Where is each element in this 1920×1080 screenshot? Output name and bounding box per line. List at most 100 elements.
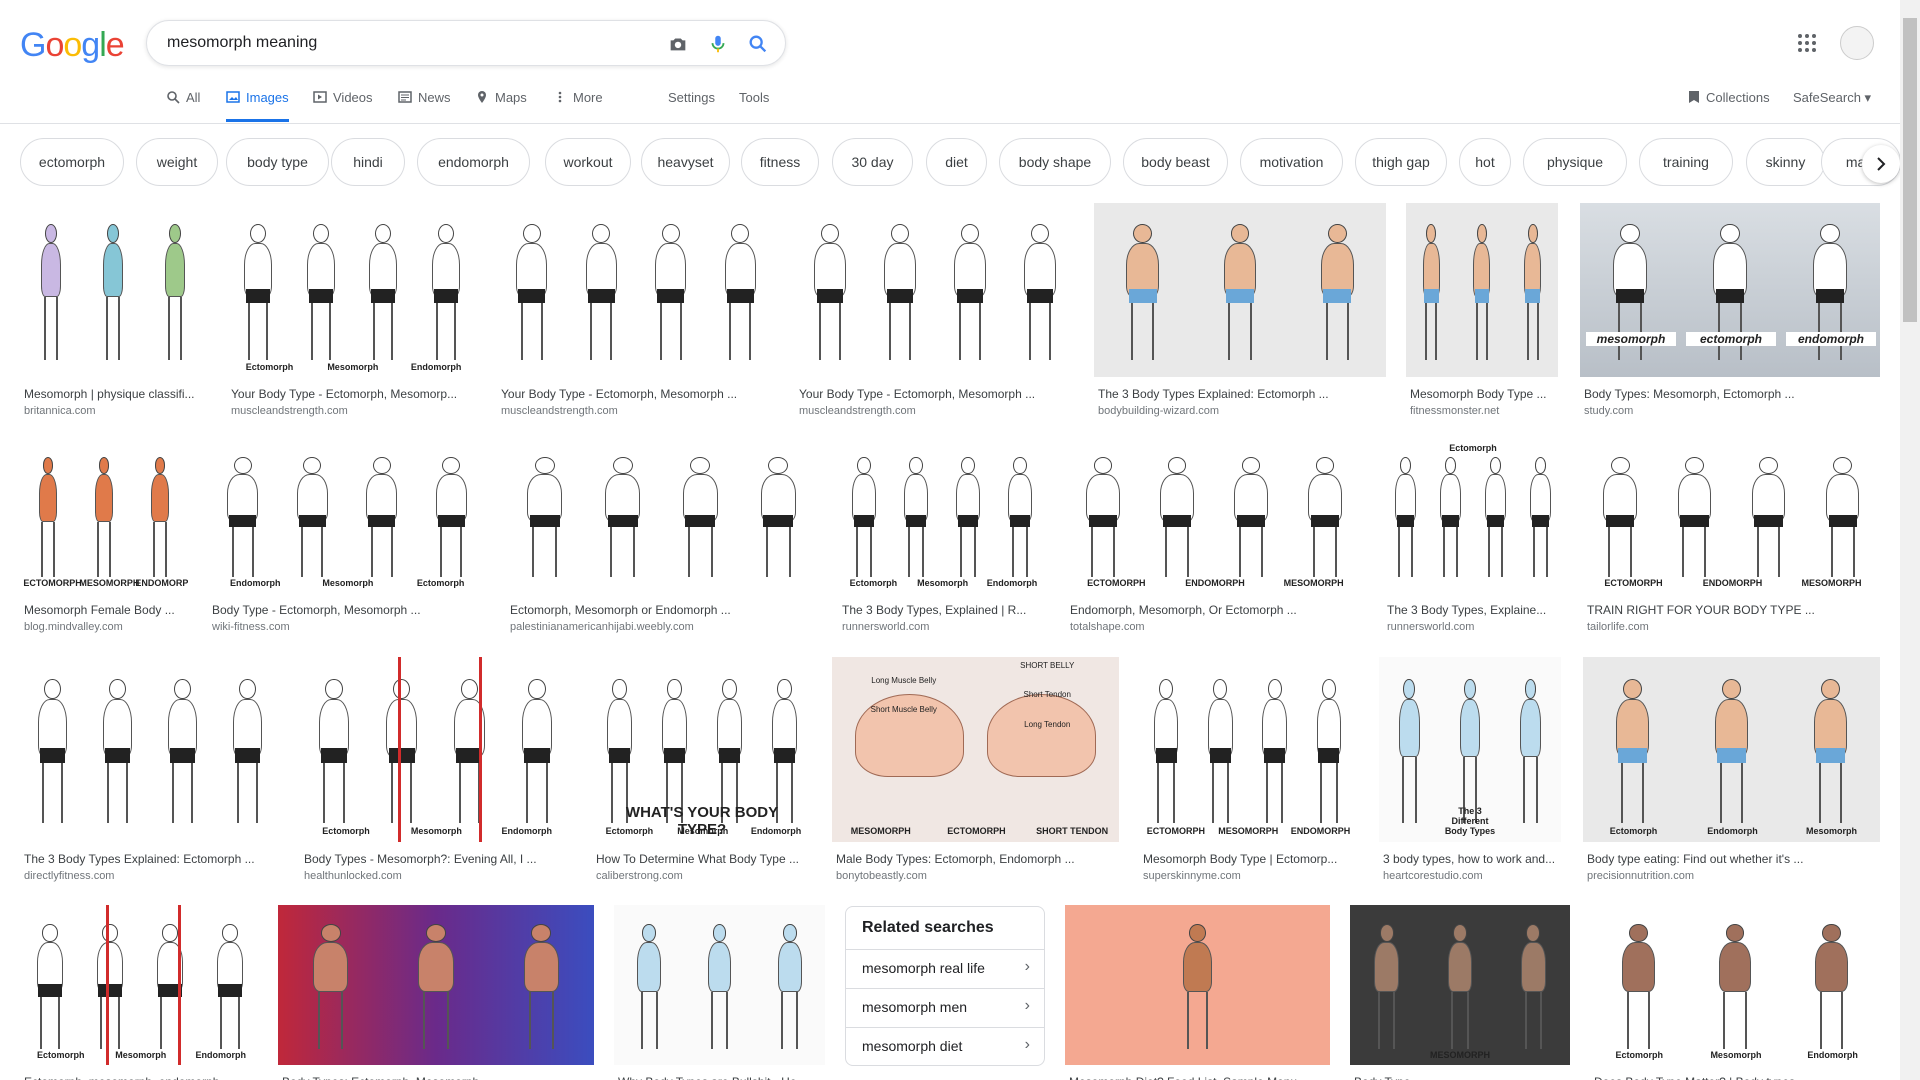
result-thumbnail[interactable]: ECTOMORPHMESOMORPHENDOMORPH bbox=[20, 438, 188, 593]
result-thumbnail[interactable]: Ectomorph bbox=[1383, 438, 1563, 593]
chip[interactable]: fitness bbox=[741, 138, 819, 186]
image-result[interactable]: mesomorph ectomorph endomorph Body Types: M… bbox=[1580, 203, 1880, 427]
result-title[interactable]: The 3 Body Types, Explaine... bbox=[1387, 603, 1563, 617]
image-result[interactable]: Your Body Type - Ectomorph, Mesomorph ..… bbox=[795, 203, 1075, 427]
chip[interactable]: weight bbox=[136, 138, 218, 186]
chip[interactable]: motivation bbox=[1240, 138, 1343, 186]
result-title[interactable]: Endomorph, Mesomorph, Or Ectomorph ... bbox=[1070, 603, 1362, 617]
result-title[interactable]: Your Body Type - Ectomorph, Mesomorph ..… bbox=[501, 387, 775, 401]
result-title[interactable]: The 3 Body Types, Explained | R... bbox=[842, 603, 1046, 617]
result-title[interactable]: Ectomorph, mesomorph, endomorph ... bbox=[24, 1075, 260, 1080]
tab-more[interactable]: More bbox=[553, 90, 603, 122]
result-title[interactable]: Mesomorph Diet? Food List, Sample Menu .… bbox=[1069, 1075, 1330, 1080]
result-title[interactable]: Body type eating: Find out whether it's … bbox=[1587, 852, 1880, 866]
image-result[interactable]: Body Types: Ectomorph, Mesomorph ... bbox=[278, 905, 594, 1080]
result-thumbnail[interactable]: Ectomorph Endomorph Mesomorph bbox=[1583, 657, 1880, 842]
image-result[interactable]: Mesomorph Diet? Food List, Sample Menu .… bbox=[1065, 905, 1330, 1080]
apps-grid-icon[interactable] bbox=[1797, 33, 1817, 53]
image-result[interactable]: Mesomorph Body Type ... fitnessmonster.ne… bbox=[1406, 203, 1558, 427]
result-title[interactable]: Body Type ... bbox=[1354, 1075, 1570, 1080]
image-result[interactable]: Ectomorph Mesomorph Endomorph Body Types - … bbox=[300, 657, 571, 892]
image-result[interactable]: The 3 Different Body Types 3 body types, … bbox=[1379, 657, 1561, 892]
result-title[interactable]: Body Types - Mesomorph?: Evening All, I … bbox=[304, 852, 571, 866]
result-thumbnail[interactable]: mesomorph ectomorph endomorph bbox=[1580, 203, 1880, 377]
camera-icon[interactable] bbox=[667, 33, 689, 55]
tab-settings[interactable]: Settings bbox=[668, 90, 715, 122]
chip[interactable]: ectomorph bbox=[20, 138, 124, 186]
chip[interactable]: diet bbox=[926, 138, 987, 186]
result-thumbnail[interactable] bbox=[795, 203, 1075, 377]
result-title[interactable]: TRAIN RIGHT FOR YOUR BODY TYPE ... bbox=[1587, 603, 1880, 617]
result-thumbnail[interactable] bbox=[278, 905, 594, 1065]
result-thumbnail[interactable] bbox=[506, 438, 817, 593]
google-logo[interactable]: Google bbox=[20, 26, 125, 65]
tab-images[interactable]: Images bbox=[226, 90, 289, 122]
chip[interactable]: workout bbox=[545, 138, 631, 186]
result-thumbnail[interactable]: Ectomorph Mesomorph Endomorph bbox=[1590, 905, 1880, 1065]
chip[interactable]: physique bbox=[1523, 138, 1627, 186]
result-thumbnail[interactable]: MESOMORPH ECTOMORPH SHORT TENDON SHORT BELL… bbox=[832, 657, 1119, 842]
image-result[interactable]: ECTOMORPH ENDOMORPH MESOMORPH Endomorph, Me… bbox=[1066, 438, 1362, 643]
result-thumbnail[interactable]: Endomorph Mesomorph Ectomorph bbox=[208, 438, 486, 593]
image-result[interactable]: Your Body Type - Ectomorph, Mesomorph ..… bbox=[497, 203, 775, 427]
result-title[interactable]: Your Body Type - Ectomorph, Mesomorp... bbox=[231, 387, 477, 401]
tab-maps[interactable]: Maps bbox=[475, 90, 527, 122]
chip[interactable]: hindi bbox=[331, 138, 405, 186]
scrollbar-thumb[interactable] bbox=[1903, 18, 1917, 322]
tab-news[interactable]: News bbox=[398, 90, 451, 122]
result-title[interactable]: Your Body Type - Ectomorph, Mesomorph ..… bbox=[799, 387, 1075, 401]
result-thumbnail[interactable]: The 3 Different Body Types bbox=[1379, 657, 1561, 842]
result-title[interactable]: Why Body Types are Bullshit - He... bbox=[618, 1075, 825, 1080]
image-result[interactable]: Ectomorph The 3 Body Types, Explaine... ru… bbox=[1383, 438, 1563, 643]
chip[interactable]: body shape bbox=[999, 138, 1111, 186]
image-result[interactable]: ECTOMORPH MESOMORPH ENDOMORPH Mesomorph Bod… bbox=[1139, 657, 1356, 892]
tab-videos[interactable]: Videos bbox=[313, 90, 373, 122]
result-thumbnail[interactable] bbox=[20, 657, 280, 842]
result-title[interactable]: Mesomorph Body Type ... bbox=[1410, 387, 1558, 401]
result-thumbnail[interactable]: ECTOMORPH ENDOMORPH MESOMORPH bbox=[1583, 438, 1880, 593]
related-search-item[interactable]: mesomorph real life › bbox=[846, 949, 1044, 987]
image-result[interactable]: Ectomorph Mesomorph Endomorph The 3 Body Ty… bbox=[838, 438, 1046, 643]
result-title[interactable]: The 3 Body Types Explained: Ectomorph ..… bbox=[24, 852, 280, 866]
image-result[interactable]: Mesomorph | physique classifi... britanni… bbox=[20, 203, 206, 427]
image-result[interactable]: ECTOMORPHMESOMORPHENDOMORPH Mesomorph Fem… bbox=[20, 438, 188, 643]
result-thumbnail[interactable]: Ectomorph Mesomorph Endomorph bbox=[838, 438, 1046, 593]
image-result[interactable]: MESOMORPH Body Type ... bbox=[1350, 905, 1570, 1080]
result-title[interactable]: Ectomorph, Mesomorph or Endomorph ... bbox=[510, 603, 817, 617]
image-result[interactable]: MESOMORPH ECTOMORPH SHORT TENDON SHORT BELL… bbox=[832, 657, 1119, 892]
result-title[interactable]: Mesomorph | physique classifi... bbox=[24, 387, 206, 401]
chip[interactable]: endomorph bbox=[417, 138, 530, 186]
result-title[interactable]: Male Body Types: Ectomorph, Endomorph ..… bbox=[836, 852, 1119, 866]
scrollbar[interactable] bbox=[1900, 0, 1920, 1080]
search-box[interactable]: mesomorph meaning bbox=[146, 20, 786, 66]
image-result[interactable]: ECTOMORPH ENDOMORPH MESOMORPH TRAIN RIGHT F… bbox=[1583, 438, 1880, 643]
chip[interactable]: skinny bbox=[1746, 138, 1825, 186]
result-thumbnail[interactable]: ECTOMORPHMESOMORPHENDOMORPH bbox=[1139, 657, 1356, 842]
result-thumbnail[interactable] bbox=[614, 905, 825, 1065]
result-thumbnail[interactable]: Ectomorph Mesomorph Endomorph bbox=[20, 905, 260, 1065]
result-thumbnail[interactable] bbox=[1406, 203, 1558, 377]
image-result[interactable]: Ectomorph Mesomorph Endomorph WHAT'S YOUR B… bbox=[592, 657, 812, 892]
image-result[interactable]: Ectomorph Mesomorph Endomorph Does Body Typ… bbox=[1590, 905, 1880, 1080]
image-result[interactable]: Ectomorph Mesomorph Endomorph Ectomorph, me… bbox=[20, 905, 260, 1080]
chip[interactable]: training bbox=[1639, 138, 1733, 186]
result-title[interactable]: How To Determine What Body Type ... bbox=[596, 852, 812, 866]
result-thumbnail[interactable]: Ectomorph Mesomorph Endomorph bbox=[300, 657, 571, 842]
result-title[interactable]: Mesomorph Body Type | Ectomorp... bbox=[1143, 852, 1356, 866]
image-result[interactable]: Why Body Types are Bullshit - He... bbox=[614, 905, 825, 1080]
search-input[interactable]: mesomorph meaning bbox=[167, 34, 317, 52]
related-search-item[interactable]: mesomorph men › bbox=[846, 988, 1044, 1026]
result-title[interactable]: 3 body types, how to work and... bbox=[1383, 852, 1561, 866]
chip[interactable]: body beast bbox=[1123, 138, 1228, 186]
image-result[interactable]: The 3 Body Types Explained: Ectomorph ..… bbox=[1094, 203, 1386, 427]
result-title[interactable]: Body Type - Ectomorph, Mesomorph ... bbox=[212, 603, 486, 617]
result-title[interactable]: Mesomorph Female Body ... bbox=[24, 603, 188, 617]
image-result[interactable]: Ectomorph, Mesomorph or Endomorph ... pal… bbox=[506, 438, 817, 643]
result-thumbnail[interactable]: Ectomorph Mesomorph Endomorph WHAT'S YOUR B… bbox=[592, 657, 812, 842]
result-thumbnail[interactable] bbox=[1094, 203, 1386, 377]
tab-tools[interactable]: Tools bbox=[739, 90, 769, 122]
result-thumbnail[interactable] bbox=[497, 203, 775, 377]
search-icon[interactable] bbox=[747, 33, 769, 55]
result-thumbnail[interactable]: MESOMORPH bbox=[1350, 905, 1570, 1065]
result-thumbnail[interactable]: ECTOMORPH ENDOMORPH MESOMORPH bbox=[1066, 438, 1362, 593]
